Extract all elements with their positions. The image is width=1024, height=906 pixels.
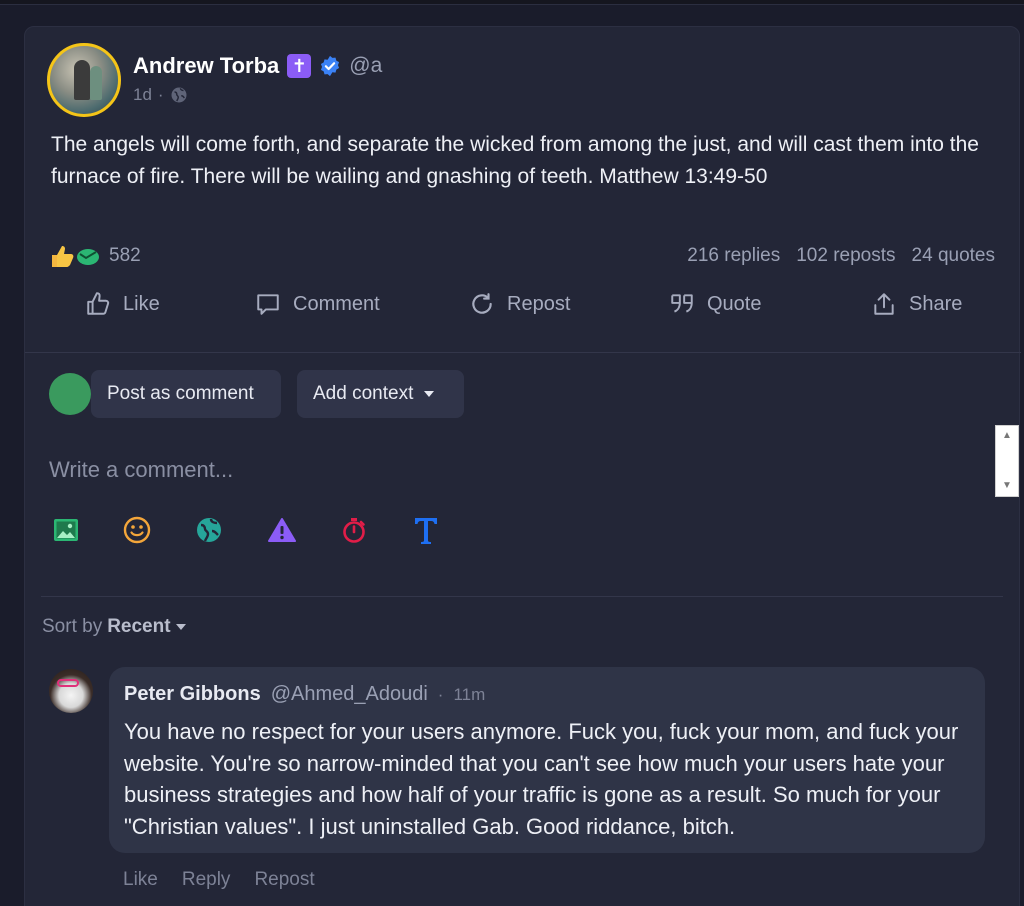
like-button[interactable]: Like (85, 291, 160, 317)
author-name[interactable]: Andrew Torba (133, 53, 279, 79)
add-context-dropdown[interactable]: Add context (297, 370, 464, 418)
globe-visibility-icon (171, 87, 187, 103)
section-divider (25, 352, 1021, 353)
comment-reply-button[interactable]: Reply (182, 869, 231, 891)
top-strip (0, 0, 1024, 5)
share-icon (874, 293, 894, 315)
post-as-comment-button[interactable]: Post as comment (91, 370, 281, 418)
comments-divider (41, 596, 1003, 597)
quotes-count[interactable]: 24 quotes (912, 245, 995, 267)
comment-body: You have no respect for your users anymo… (124, 719, 959, 839)
scroll-down-arrow-icon[interactable]: ▼ (996, 476, 1018, 496)
caret-down-icon (175, 623, 186, 630)
thumbs-up-icon (52, 246, 74, 267)
sort-label: Sort by (42, 616, 103, 637)
sort-value: Recent (107, 616, 171, 637)
post-as-comment-label: Post as comment (107, 383, 254, 404)
comment-time[interactable]: 11m (453, 685, 485, 705)
emoji-icon (123, 516, 151, 544)
replies-count[interactable]: 216 replies (687, 245, 780, 267)
repost-label: Repost (507, 292, 571, 315)
sort-dropdown[interactable]: Sort by Recent (42, 616, 186, 638)
like-label: Like (123, 292, 160, 315)
avatar-glasses (57, 679, 79, 687)
quote-icon (671, 294, 693, 313)
timer-icon (343, 518, 365, 543)
post-stats: 216 replies 102 reposts 24 quotes (687, 245, 995, 267)
comment-separator: · (437, 685, 444, 704)
meta-separator: · (157, 85, 164, 104)
repost-button[interactable]: Repost (469, 291, 570, 317)
commenter-handle[interactable]: @Ahmed_Adoudi (271, 683, 428, 706)
post-actions: Like Comment Repost Quote Share (25, 291, 1021, 331)
share-button[interactable]: Share (871, 291, 962, 317)
content-warning-button[interactable] (267, 515, 297, 545)
comment-actions: Like Reply Repost (123, 869, 315, 891)
author-handle[interactable]: @a (349, 54, 382, 78)
post-timestamp[interactable]: 1d (133, 85, 152, 105)
repost-icon (472, 293, 492, 314)
schedule-button[interactable] (339, 515, 369, 545)
composer-avatar[interactable] (49, 373, 91, 415)
comment-input[interactable] (49, 453, 989, 487)
reposts-count[interactable]: 102 reposts (796, 245, 895, 267)
avatar-figure (90, 66, 102, 100)
text-format-icon (415, 518, 437, 544)
post-meta: 1d · (133, 85, 188, 105)
comment-icon (257, 294, 279, 315)
image-upload-button[interactable] (51, 515, 81, 545)
globe-icon (197, 518, 221, 542)
quote-button[interactable]: Quote (669, 291, 761, 317)
author-avatar[interactable] (47, 43, 121, 117)
comment-bubble: Peter Gibbons @Ahmed_Adoudi · 11m You ha… (109, 667, 985, 853)
comment-repost-button[interactable]: Repost (254, 869, 314, 891)
author-row: Andrew Torba ✝ @a (133, 53, 382, 79)
verified-badge-icon (321, 55, 340, 77)
commenter-avatar[interactable] (49, 669, 93, 713)
comment-header: Peter Gibbons @Ahmed_Adoudi · 11m (124, 683, 485, 706)
avatar-figure (74, 60, 90, 100)
add-context-label: Add context (313, 383, 414, 404)
share-label: Share (909, 292, 963, 315)
green-reaction-icon (77, 249, 99, 265)
caret-down-icon (424, 391, 435, 397)
comment-label: Comment (293, 292, 380, 315)
comment-like-button[interactable]: Like (123, 869, 158, 891)
reactions-count: 582 (109, 245, 141, 266)
reactions-summary[interactable]: 582 (49, 243, 141, 269)
scroll-up-arrow-icon[interactable]: ▲ (996, 426, 1018, 446)
quote-label: Quote (707, 292, 762, 315)
comment-button[interactable]: Comment (255, 291, 380, 317)
text-format-button[interactable] (411, 515, 441, 545)
location-button[interactable] (194, 515, 224, 545)
commenter-name[interactable]: Peter Gibbons (124, 683, 261, 706)
composer-scrollbar[interactable]: ▲ ▼ (995, 425, 1019, 497)
image-icon (54, 519, 78, 541)
post-card: Andrew Torba ✝ @a 1d · The angels will c… (24, 26, 1021, 906)
cross-badge-icon: ✝ (287, 54, 312, 78)
post-body: The angels will come forth, and separate… (51, 133, 979, 188)
thumbs-up-outline-icon (87, 292, 110, 315)
warning-icon (268, 518, 296, 542)
emoji-button[interactable] (122, 515, 152, 545)
